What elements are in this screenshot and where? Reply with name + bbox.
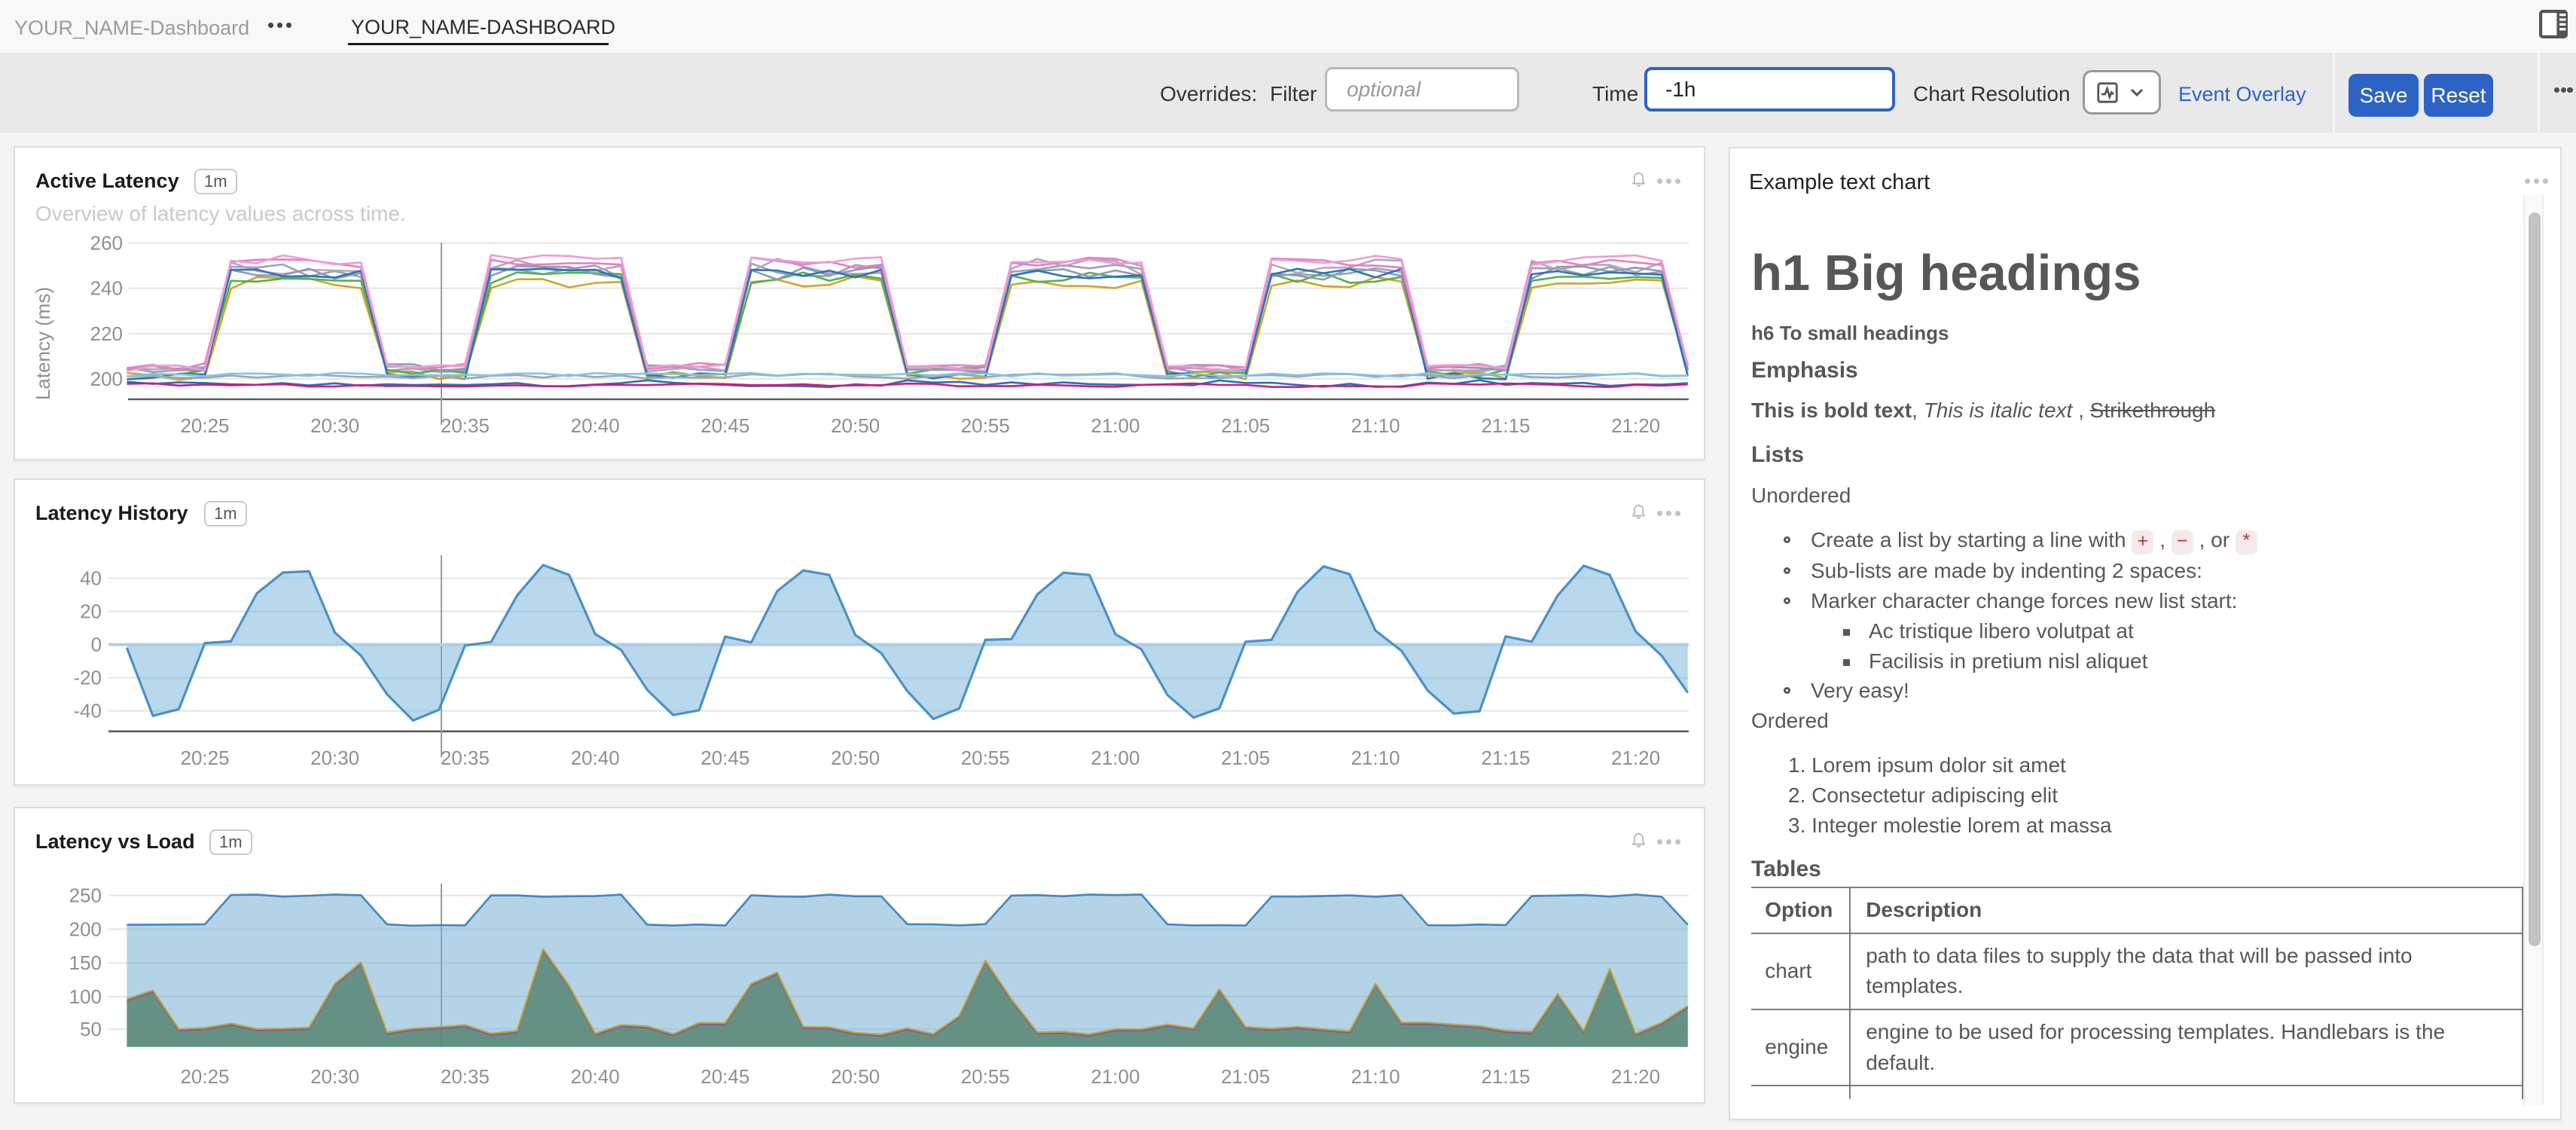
svg-text:260: 260: [90, 232, 123, 255]
svg-text:0: 0: [91, 634, 102, 656]
svg-text:20:25: 20:25: [181, 747, 230, 769]
svg-text:20:55: 20:55: [961, 1065, 1010, 1088]
svg-text:21:10: 21:10: [1351, 1065, 1400, 1088]
svg-text:21:00: 21:00: [1091, 747, 1140, 769]
svg-text:21:00: 21:00: [1091, 1065, 1140, 1088]
svg-text:20:35: 20:35: [441, 414, 490, 437]
svg-text:20:45: 20:45: [700, 1065, 749, 1088]
svg-text:21:05: 21:05: [1221, 747, 1270, 769]
svg-text:Latency (ms): Latency (ms): [32, 287, 54, 400]
svg-text:240: 240: [90, 277, 123, 300]
svg-text:200: 200: [90, 368, 123, 390]
svg-text:20: 20: [80, 600, 102, 623]
svg-text:220: 220: [90, 322, 123, 345]
svg-text:20:35: 20:35: [441, 1065, 490, 1088]
svg-text:20:25: 20:25: [180, 1065, 229, 1088]
svg-text:20:30: 20:30: [310, 414, 359, 437]
svg-text:50: 50: [80, 1018, 102, 1040]
svg-text:21:10: 21:10: [1351, 747, 1400, 769]
svg-text:20:35: 20:35: [441, 747, 490, 769]
svg-text:21:15: 21:15: [1481, 414, 1530, 437]
svg-text:20:55: 20:55: [961, 747, 1010, 769]
svg-text:20:50: 20:50: [831, 747, 880, 769]
svg-text:20:30: 20:30: [310, 747, 359, 769]
svg-text:21:05: 21:05: [1221, 414, 1270, 437]
svg-text:-20: -20: [73, 667, 102, 689]
svg-text:21:05: 21:05: [1221, 1065, 1270, 1088]
svg-text:21:00: 21:00: [1091, 414, 1140, 437]
svg-text:150: 150: [69, 951, 102, 974]
svg-text:21:20: 21:20: [1611, 1065, 1660, 1088]
svg-text:20:40: 20:40: [571, 414, 620, 437]
svg-text:20:45: 20:45: [700, 414, 749, 437]
svg-text:200: 200: [69, 918, 102, 941]
svg-text:20:45: 20:45: [700, 747, 749, 769]
svg-text:20:25: 20:25: [180, 414, 229, 437]
svg-text:21:15: 21:15: [1481, 747, 1530, 769]
svg-text:20:40: 20:40: [571, 747, 620, 769]
svg-text:100: 100: [69, 985, 102, 1008]
svg-text:-40: -40: [73, 700, 102, 722]
svg-text:250: 250: [69, 884, 102, 907]
svg-text:20:30: 20:30: [310, 1065, 359, 1088]
svg-text:40: 40: [80, 567, 102, 590]
svg-text:21:10: 21:10: [1351, 414, 1400, 437]
svg-text:20:50: 20:50: [831, 1065, 880, 1088]
svg-text:20:50: 20:50: [831, 414, 880, 437]
svg-text:21:20: 21:20: [1611, 414, 1660, 437]
svg-text:20:55: 20:55: [961, 414, 1010, 437]
svg-text:21:20: 21:20: [1611, 747, 1660, 769]
svg-text:21:15: 21:15: [1481, 1065, 1530, 1088]
svg-text:20:40: 20:40: [571, 1065, 620, 1088]
